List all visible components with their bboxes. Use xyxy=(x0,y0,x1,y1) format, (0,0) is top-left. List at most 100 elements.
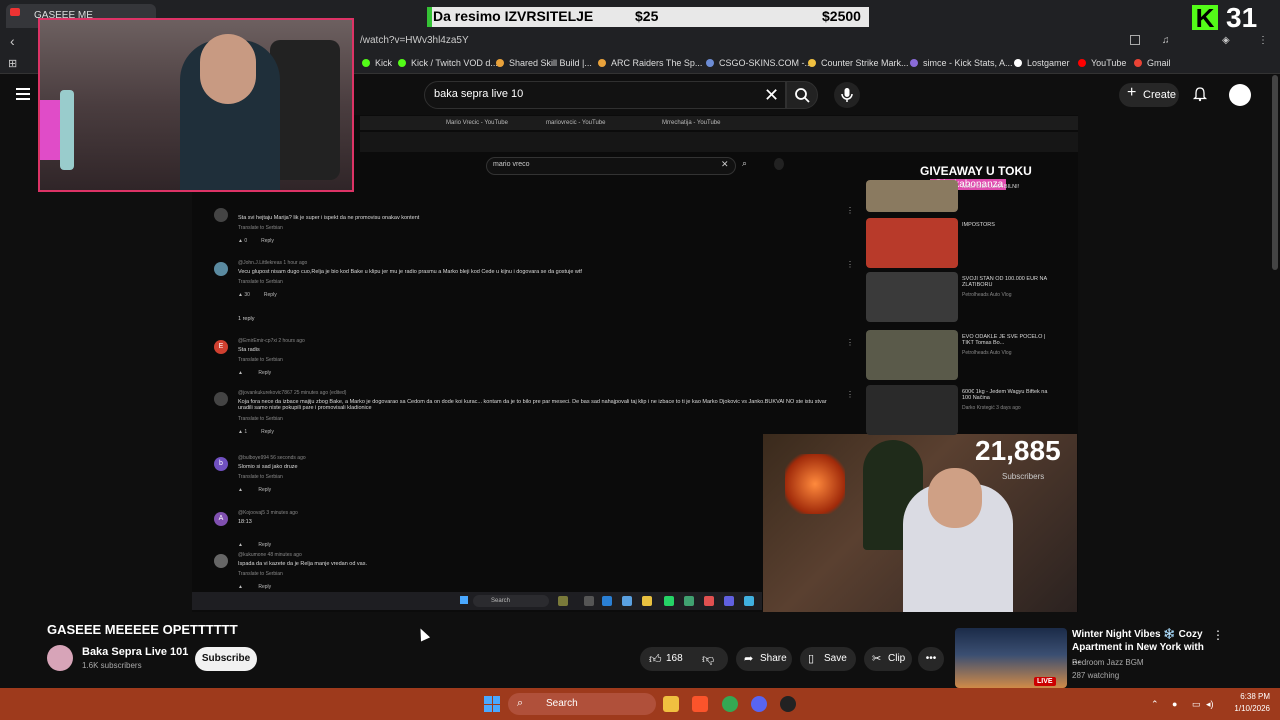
comment-translate-link: Translate to Serbian xyxy=(238,571,283,577)
bookmark-item[interactable]: CSGO-SKINS.COM -... xyxy=(706,58,812,68)
inner-app-icon xyxy=(584,596,594,606)
comment-author: @bulboye994 56 seconds ago xyxy=(238,455,306,461)
video-title: GASEEE MEEEEE OPETTTTTT xyxy=(47,622,238,637)
inner-search-icon: ⌕ xyxy=(742,158,748,168)
more-actions-button[interactable]: ••• xyxy=(918,647,944,671)
voice-search-button[interactable] xyxy=(834,82,860,108)
comment-reply-link: Reply xyxy=(261,238,274,244)
browser-toolbar-icons[interactable]: ♫ ◈ ⋮ xyxy=(1130,35,1270,47)
inner-app-icon xyxy=(558,596,568,606)
comment-text: Sta radis xyxy=(238,347,260,353)
discord-icon[interactable] xyxy=(751,696,767,712)
thumbs-down-icon[interactable]: 👎︎ xyxy=(702,647,714,671)
comment-actions: ▲ Reply xyxy=(238,542,271,548)
side-video-title: MALI BIBI LUKA BILNI! xyxy=(962,184,1020,190)
stream-goal-banner: Da resimo IZVRSITELJE $25 $2500 xyxy=(427,7,869,27)
inner-app-icon xyxy=(642,596,652,606)
windows-start-icon[interactable] xyxy=(484,696,500,712)
share-button[interactable]: ➦ Share xyxy=(736,647,792,671)
clear-search-icon[interactable]: ✕ xyxy=(764,85,779,106)
obs-icon[interactable] xyxy=(780,696,796,712)
shield-icon[interactable]: ◈ xyxy=(1222,35,1230,46)
notifications-bell-icon[interactable] xyxy=(1192,86,1208,102)
search-icon xyxy=(795,88,810,103)
inner-address-bar xyxy=(360,132,1078,152)
like-dislike-group: 👍︎ 168 👎︎ xyxy=(640,647,728,671)
hamburger-menu-icon[interactable] xyxy=(16,88,30,100)
comment-author: @Kojoovaj5 3 minutes ago xyxy=(238,510,298,516)
bookmark-label: Kick xyxy=(375,58,393,68)
comment-avatar xyxy=(214,392,228,406)
comment-actions: ▲ Reply xyxy=(238,584,271,590)
url-field[interactable]: /watch?v=HWv3hl4za5Y xyxy=(360,35,469,46)
thumbs-up-icon[interactable]: 👍︎ xyxy=(649,647,662,671)
back-arrow-icon[interactable]: ‹ xyxy=(10,33,15,49)
search-button[interactable] xyxy=(786,81,818,109)
comment-actions: ▲ 1 Reply xyxy=(238,429,274,435)
comment-text: Vecu glupost nisam dugo cuo,Relja je bio… xyxy=(238,269,582,275)
tray-volume-icon[interactable]: ◂) xyxy=(1206,699,1214,710)
chrome-icon[interactable] xyxy=(722,696,738,712)
side-video-title: EVO ODAKLE JE SVE POCELO | TIKT Tomas Bo… xyxy=(962,334,1046,346)
like-count[interactable]: 168 xyxy=(666,647,683,671)
file-explorer-icon[interactable] xyxy=(663,696,679,712)
comment-avatar: A xyxy=(214,512,228,526)
side-video-meta: Darko Krstegić 3 days ago xyxy=(962,405,1021,411)
taskbar-date[interactable]: 1/10/2026 xyxy=(1220,704,1270,713)
bookmark-label: CSGO-SKINS.COM -... xyxy=(719,58,813,68)
comment-translate-link: Translate to Serbian xyxy=(238,357,283,363)
comment-actions: ▲ 0 Reply xyxy=(238,238,274,244)
bookmark-item[interactable]: ARC Raiders The Sp... xyxy=(598,58,702,68)
bookmark-item[interactable]: YouTube xyxy=(1078,58,1126,68)
music-icon[interactable]: ♫ xyxy=(1162,35,1170,46)
save-button[interactable]: ▯ Save xyxy=(800,647,856,671)
comment-translate-link: Translate to Serbian xyxy=(238,416,283,422)
bookmark-favicon-icon xyxy=(808,59,816,67)
subscribe-button[interactable]: Subscribe xyxy=(195,647,257,671)
tray-mic-icon[interactable]: ● xyxy=(1172,699,1177,709)
bookmark-item[interactable]: Counter Strike Mark... xyxy=(808,58,909,68)
water-bottle xyxy=(60,90,74,170)
taskbar-time[interactable]: 6:38 PM xyxy=(1220,692,1270,701)
bookmark-item[interactable]: Lostgamer xyxy=(1014,58,1070,68)
bookmark-label: Kick / Twitch VOD d... xyxy=(411,58,498,68)
account-avatar[interactable] xyxy=(1229,84,1251,106)
bookmark-item[interactable]: Kick / Twitch VOD d... xyxy=(398,58,498,68)
gaming-chair xyxy=(270,40,340,180)
side-video-thumbnail xyxy=(866,385,958,435)
clip-button[interactable]: ✂ Clip xyxy=(864,647,912,671)
bookmark-item[interactable]: Shared Skill Build |... xyxy=(496,58,592,68)
page-scrollbar[interactable] xyxy=(1272,75,1278,270)
comment-translate-link: Translate to Serbian xyxy=(238,279,283,285)
apps-grid-icon[interactable]: ⊞ xyxy=(8,57,17,70)
scissors-icon: ✂ xyxy=(872,653,882,665)
comment-text: 18:13 xyxy=(238,519,252,525)
comment-translate-link: Translate to Serbian xyxy=(238,225,283,231)
recommended-more-icon[interactable]: ⋮ xyxy=(1212,628,1224,642)
comment-reply-link: Reply xyxy=(258,487,272,493)
live-badge: LIVE xyxy=(1034,677,1056,686)
channel-name[interactable]: Baka Sepra Live 101 xyxy=(82,646,188,658)
bookmark-item[interactable]: Kick xyxy=(362,58,392,68)
brave-browser-icon[interactable] xyxy=(692,696,708,712)
search-input-value: baka sepra live 10 xyxy=(434,88,524,100)
share-label: Share xyxy=(760,653,787,664)
taskbar-search[interactable]: Search xyxy=(508,693,656,715)
channel-avatar[interactable] xyxy=(47,645,73,671)
comment-actions: ▲ Reply xyxy=(238,370,271,376)
side-video-title: IMPOSTORS xyxy=(962,222,995,228)
browser-menu-icon[interactable]: ⋮ xyxy=(1258,35,1268,46)
tray-chevron-icon[interactable]: ⌃ xyxy=(1151,699,1159,710)
comment-text: Ispada da vi kazete da je Relja manje vr… xyxy=(238,561,368,567)
bookmark-item[interactable]: Gmail xyxy=(1134,58,1171,68)
tray-network-icon[interactable]: ▭ xyxy=(1192,699,1201,710)
inner-app-icon xyxy=(602,596,612,606)
inner-app-icon xyxy=(744,596,754,606)
extensions-icon[interactable] xyxy=(1130,35,1140,45)
bookmark-label: ARC Raiders The Sp... xyxy=(611,58,703,68)
channel-subscriber-count: 1.6K subscribers xyxy=(82,661,142,670)
comment-reply-link: Reply xyxy=(263,292,277,298)
comment-translate-link: Translate to Serbian xyxy=(238,474,283,480)
bookmark-item[interactable]: simce - Kick Stats, A... xyxy=(910,58,1013,68)
bookmark-icon: ▯ xyxy=(808,653,815,665)
